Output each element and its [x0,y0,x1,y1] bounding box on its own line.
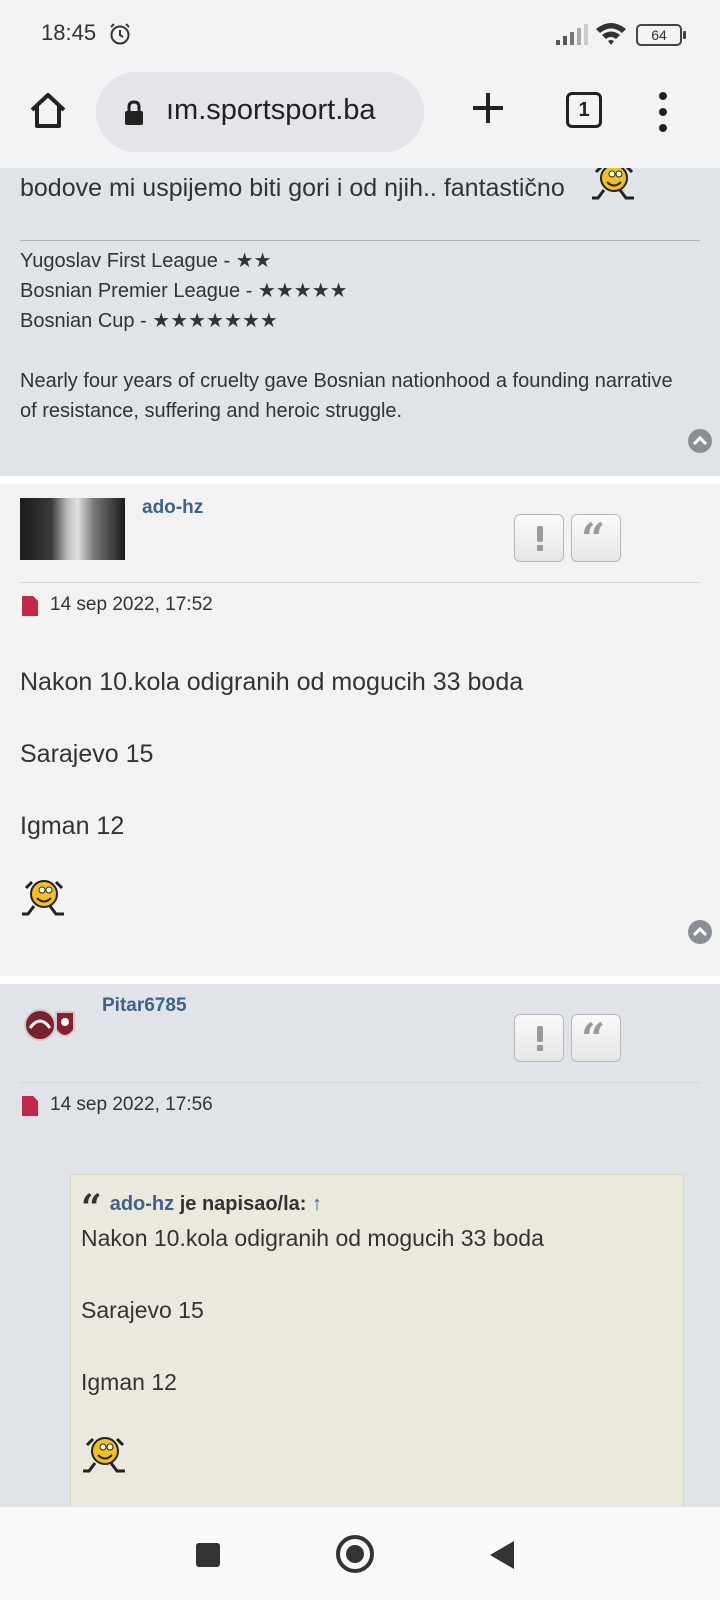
battery-indicator: 64 [636,24,686,46]
post-text: bodove mi uspijemo biti gori i od njih..… [20,174,565,202]
alarm-icon [110,23,130,45]
smiley-icon [83,1437,125,1473]
lock-icon [125,100,143,125]
system-nav-bar [0,1506,720,1600]
post-divider [20,1082,700,1083]
signature-line: Bosnian Cup - ★★★★★★★ [20,310,278,332]
report-button[interactable] [514,514,564,562]
report-button[interactable] [514,1014,564,1062]
avatar[interactable] [20,498,125,560]
forum-post: bodove mi uspijemo biti gori i od njih..… [0,168,720,476]
smiley-icon [592,168,634,200]
exclamation-icon [537,1026,543,1042]
post-line: Sarajevo 15 [20,740,154,768]
status-time: 18:45 [41,20,97,45]
file-icon[interactable] [22,596,38,616]
exclamation-icon [537,526,543,542]
avatar[interactable] [22,1006,78,1044]
post-divider [20,582,700,583]
quote-line: Nakon 10.kola odigranih od mogucih 33 bo… [81,1225,544,1251]
post-timestamp: 14 sep 2022, 17:56 [50,1094,213,1115]
address-bar[interactable]: ım.sportsport.ba [96,72,424,152]
quote-wrote-label: je napisao/la: [179,1193,307,1215]
username-link[interactable]: ado-hz [142,497,203,519]
quote-jump-link[interactable]: ↑ [312,1193,322,1215]
blockquote: “ ado-hz je napisao/la: ↑ Nakon 10.kola o… [70,1174,684,1506]
quote-icon: “ [81,1187,102,1229]
signature-quote: Nearly four years of cruelty gave Bosnia… [20,370,673,422]
back-button[interactable] [490,1541,514,1569]
quote-icon: “ [581,1014,606,1063]
smiley-icon [22,880,64,916]
browser-toolbar: ım.sportsport.ba 1 [0,68,720,168]
file-icon[interactable] [22,1096,38,1116]
signature-divider [20,240,700,241]
signature-line: Bosnian Premier League - ★★★★★ [20,280,348,302]
quote-button[interactable]: “ [571,514,621,562]
home-icon[interactable] [26,88,70,132]
recents-button[interactable] [196,1543,220,1567]
home-button[interactable] [336,1535,374,1573]
post-timestamp: 14 sep 2022, 17:52 [50,594,213,615]
quote-line: Sarajevo 15 [81,1297,204,1323]
forum-post: Pitar6785 “ 14 sep 2022, 17:56 “ ado-hz j… [0,984,720,1506]
back-to-top-icon[interactable] [688,920,712,944]
url-text: ım.sportsport.ba [166,94,376,126]
quote-author-link[interactable]: ado-hz [110,1193,174,1215]
tab-switcher-button[interactable]: 1 [566,92,602,128]
back-to-top-icon[interactable] [688,429,712,453]
signal-icon [556,24,588,45]
new-tab-icon[interactable] [470,90,506,126]
signature-line: Yugoslav First League - ★★ [20,250,272,272]
post-line: Nakon 10.kola odigranih od mogucih 33 bo… [20,668,524,696]
quote-header: “ ado-hz je napisao/la: ↑ [81,1187,322,1229]
more-menu-icon[interactable] [656,92,670,132]
quote-icon: “ [581,514,606,563]
forum-thread: bodove mi uspijemo biti gori i od njih..… [0,168,720,1506]
wifi-icon [596,23,626,45]
status-bar: 18:45 64 [0,0,720,68]
quote-line: Igman 12 [81,1369,177,1395]
username-link[interactable]: Pitar6785 [102,995,187,1017]
post-line: Igman 12 [20,812,125,840]
quote-button[interactable]: “ [571,1014,621,1062]
forum-post: ado-hz “ 14 sep 2022, 17:52 Nakon 10.kol… [0,484,720,976]
